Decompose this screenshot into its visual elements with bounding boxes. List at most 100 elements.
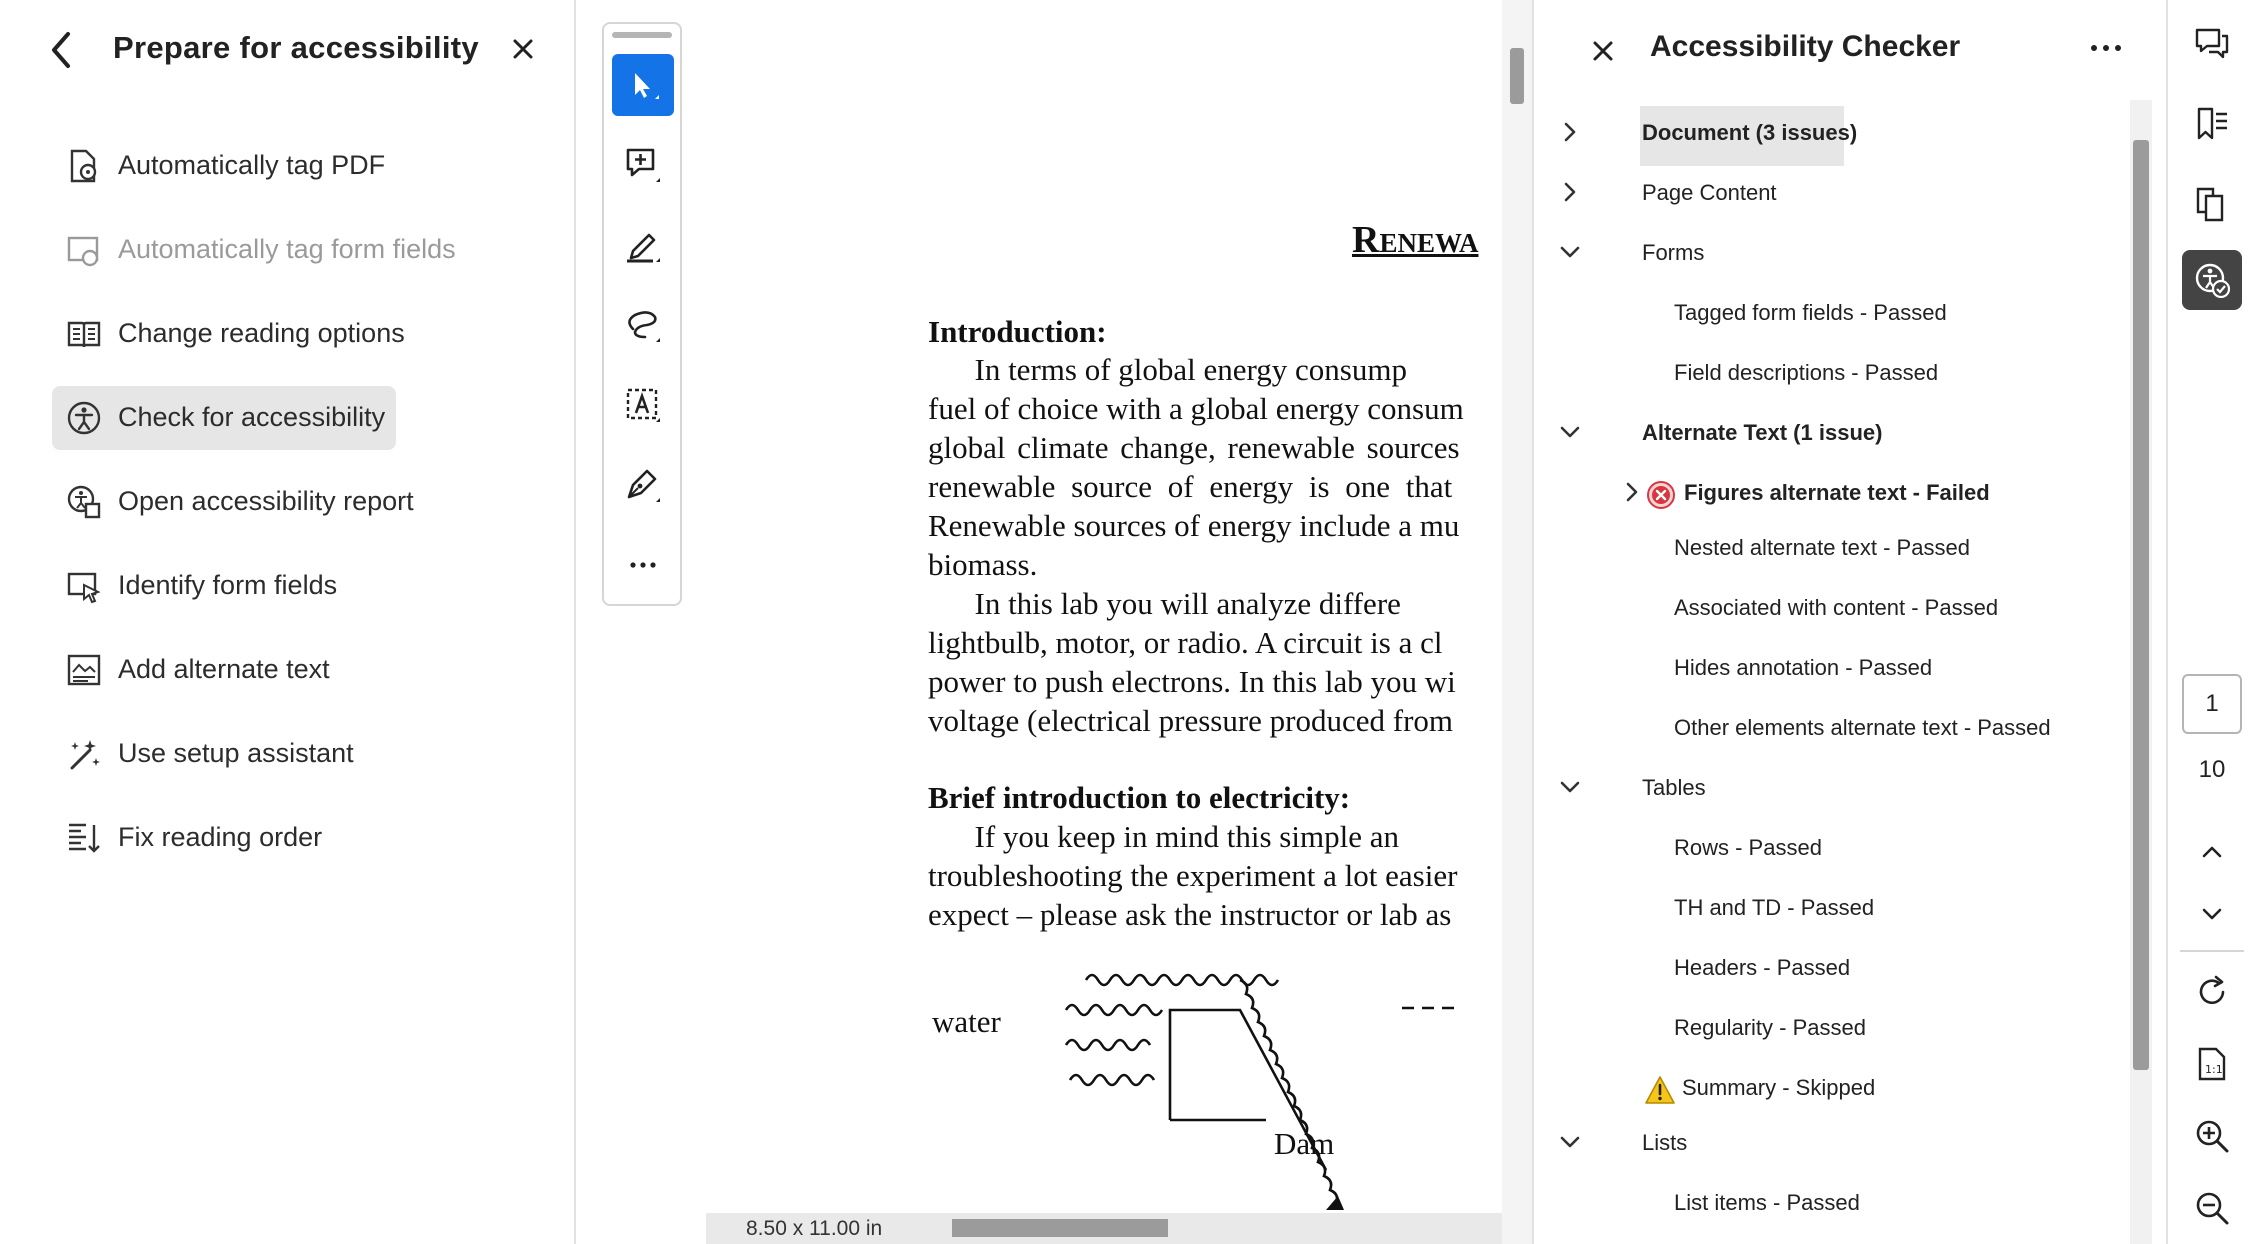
identify-form-fields-label: Identify form fields	[118, 570, 338, 600]
highlight-button[interactable]	[612, 214, 674, 276]
chevron-right-icon[interactable]	[1618, 478, 1646, 506]
use-setup-assistant-label: Use setup assistant	[118, 738, 354, 768]
paragraph-line: fuel of choice with a global energy cons…	[928, 391, 1464, 426]
tree-item-figures-alt-text[interactable]: Figures alternate text - Failed	[1556, 472, 2116, 516]
accessibility-check-icon	[67, 401, 101, 435]
tree-item-page-content[interactable]: Page Content	[1556, 172, 2116, 216]
comments-button[interactable]	[2182, 14, 2242, 74]
open-accessibility-report-label: Open accessibility report	[118, 486, 414, 516]
tree-item-label: Tables	[1642, 775, 1706, 800]
tree-item-th-and-td[interactable]: TH and TD - Passed	[1556, 887, 2116, 931]
more-tools-button[interactable]	[612, 534, 674, 596]
text-recognition-button[interactable]	[612, 374, 674, 436]
highlight-pen-icon	[627, 233, 660, 263]
svg-text:1:1: 1:1	[2205, 1063, 2223, 1076]
pages-button[interactable]	[2182, 174, 2242, 234]
text-recognition-icon	[626, 388, 660, 422]
sign-button[interactable]	[612, 454, 674, 516]
fit-page-button[interactable]: 1:1	[2182, 1034, 2242, 1094]
chevron-down-icon[interactable]	[1556, 773, 1584, 801]
checker-options-button[interactable]	[2086, 36, 2126, 60]
chevron-right-icon[interactable]	[1556, 178, 1584, 206]
document-viewer[interactable]: Renewa Introduction: In terms of global …	[706, 0, 1502, 1244]
document-vertical-scrollbar[interactable]	[1502, 0, 1532, 1244]
dam-diagram	[1064, 973, 1454, 1210]
bookmarks-button[interactable]	[2182, 94, 2242, 154]
tree-item-label: Rows - Passed	[1674, 835, 1822, 860]
back-button[interactable]	[44, 28, 80, 72]
vertical-scrollbar-thumb[interactable]	[1510, 48, 1524, 104]
paragraph-line: biomass.	[928, 547, 1038, 582]
tree-item-label: Page Content	[1642, 180, 1777, 205]
checker-scrollbar[interactable]	[2130, 100, 2152, 1244]
tree-item-lists[interactable]: Lists	[1556, 1122, 2116, 1166]
accessibility-checker-panel: Accessibility Checker Document (3 issues…	[1532, 0, 2164, 1244]
chevron-down-icon[interactable]	[1556, 238, 1584, 266]
tree-item-list-items[interactable]: List items - Passed	[1556, 1182, 2116, 1226]
section-heading: Brief introduction to electricity:	[928, 780, 1351, 815]
tree-item-label: Nested alternate text - Passed	[1674, 535, 1970, 560]
next-page-button[interactable]	[2182, 884, 2242, 944]
document-page: Renewa Introduction: In terms of global …	[706, 0, 1502, 1213]
tree-item-forms[interactable]: Forms	[1556, 232, 2116, 276]
checker-scrollbar-thumb[interactable]	[2133, 140, 2149, 1070]
change-reading-options-button[interactable]: Change reading options	[52, 302, 405, 366]
tree-item-associated-with-content[interactable]: Associated with content - Passed	[1556, 587, 2116, 631]
tree-item-label: Figures alternate text - Failed	[1684, 480, 1990, 505]
tree-item-label: Hides annotation - Passed	[1674, 655, 1933, 680]
paragraph-line: expect – please ask the instructor or la…	[928, 897, 1452, 932]
chevron-down-icon[interactable]	[1556, 418, 1584, 446]
accessibility-tools-button[interactable]	[2182, 250, 2242, 310]
add-comment-button[interactable]	[612, 134, 674, 196]
paragraph-line: voltage (electrical pressure produced fr…	[928, 703, 1454, 738]
alternate-text-icon	[67, 654, 101, 686]
zoom-out-button[interactable]	[2182, 1178, 2242, 1238]
tree-item-headers[interactable]: Headers - Passed	[1556, 947, 2116, 991]
zoom-in-button[interactable]	[2182, 1106, 2242, 1166]
fix-reading-order-button[interactable]: Fix reading order	[52, 806, 396, 870]
auto-tag-pdf-button[interactable]: Automatically tag PDF	[52, 134, 396, 198]
horizontal-scrollbar-thumb[interactable]	[952, 1219, 1168, 1237]
close-panel-button[interactable]	[506, 32, 540, 66]
auto-tag-form-fields-button[interactable]: Automatically tag form fields	[52, 218, 456, 282]
current-page-input[interactable]: 1	[2182, 674, 2242, 734]
rotate-button[interactable]	[2182, 962, 2242, 1022]
rail-divider	[2180, 950, 2244, 952]
paragraph-line: power to push electrons. In this lab you…	[928, 664, 1456, 699]
tree-item-other-elements-alt-text[interactable]: Other elements alternate text - Passed	[1556, 707, 2116, 751]
prepare-accessibility-panel: Prepare for accessibility Automatically …	[0, 0, 576, 1244]
draw-button[interactable]	[612, 294, 674, 356]
tree-item-rows[interactable]: Rows - Passed	[1556, 827, 2116, 871]
setup-assistant-icon	[70, 740, 100, 770]
paragraph-line: lightbulb, motor, or radio. A circuit is…	[928, 625, 1443, 660]
use-setup-assistant-button[interactable]: Use setup assistant	[52, 722, 396, 786]
auto-tag-pdf-label: Automatically tag PDF	[118, 150, 386, 180]
previous-page-button[interactable]	[2182, 822, 2242, 882]
tree-item-alternate-text[interactable]: Alternate Text (1 issue)	[1556, 412, 2116, 456]
sign-icon	[627, 469, 660, 502]
select-tool-button[interactable]	[612, 54, 674, 116]
close-checker-button[interactable]	[1588, 36, 1618, 66]
chevron-right-icon[interactable]	[1556, 118, 1584, 146]
document-status-bar: 8.50 x 11.00 in	[706, 1213, 1502, 1244]
tree-item-label: Forms	[1642, 240, 1705, 265]
identify-form-fields-button[interactable]: Identify form fields	[52, 554, 396, 618]
tree-item-tables[interactable]: Tables	[1556, 767, 2116, 811]
tree-item-summary[interactable]: Summary - Skipped	[1556, 1067, 2116, 1111]
open-accessibility-report-button[interactable]: Open accessibility report	[52, 470, 414, 534]
tree-item-field-descriptions[interactable]: Field descriptions - Passed	[1556, 352, 2116, 396]
chevron-down-icon[interactable]	[1556, 1128, 1584, 1156]
tree-item-document[interactable]: Document (3 issues)	[1556, 112, 2116, 156]
tree-item-nested-alt-text[interactable]: Nested alternate text - Passed	[1556, 527, 2116, 571]
tree-item-regularity[interactable]: Regularity - Passed	[1556, 1007, 2116, 1051]
close-icon	[513, 39, 533, 59]
tree-item-hides-annotation[interactable]: Hides annotation - Passed	[1556, 647, 2116, 691]
toolbar-grip[interactable]	[612, 32, 672, 38]
check-accessibility-button[interactable]: Check for accessibility	[52, 386, 396, 450]
add-alternate-text-button[interactable]: Add alternate text	[52, 638, 396, 702]
paragraph-line: global climate change, renewable sources	[928, 430, 1460, 465]
tree-item-label: List items - Passed	[1674, 1190, 1860, 1215]
fit-page-icon: 1:1	[2198, 1047, 2226, 1081]
zoom-out-icon	[2196, 1192, 2229, 1225]
tree-item-tagged-form-fields[interactable]: Tagged form fields - Passed	[1556, 292, 2116, 336]
